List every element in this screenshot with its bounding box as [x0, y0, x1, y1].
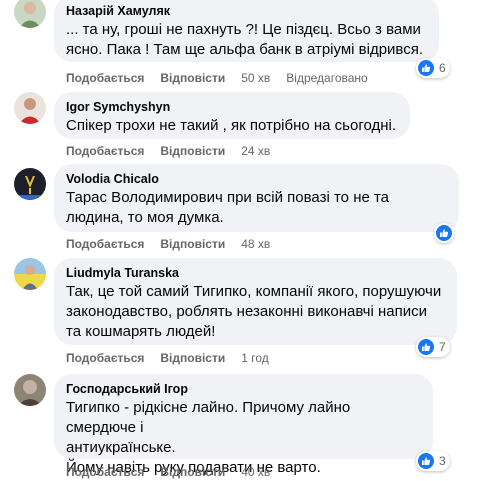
reaction-count: 6 [439, 61, 446, 75]
comment-author[interactable]: Назарій Хамуляк [66, 3, 427, 19]
reaction-count: 3 [439, 454, 446, 468]
reply-link[interactable]: Відповісти [160, 237, 225, 251]
comment-time[interactable]: 1 год [241, 351, 269, 365]
reply-link[interactable]: Відповісти [160, 144, 225, 158]
thumbs-up-icon [418, 60, 434, 76]
comment-bubble: Господарський Ігор Тигипко - рідкісне ла… [54, 374, 433, 476]
comment-actions: Подобається Відповісти 48 хв [66, 236, 270, 252]
avatar[interactable] [14, 374, 46, 406]
comment-time[interactable]: 48 хв [241, 237, 270, 251]
comment-bubble: Liudmyla Turanska Так, це той самий Тиги… [54, 258, 457, 345]
comment-text: ... та ну, гроші не пахнуть ?! Це піздєц… [66, 21, 424, 58]
comment-actions: Подобається Відповісти 50 хв Відредаговано [66, 70, 368, 86]
comment-time[interactable]: 40 хв [241, 465, 270, 479]
comment-author[interactable]: Господарський Ігор [66, 381, 421, 397]
thumbs-up-icon [436, 225, 452, 241]
reaction-count-badge[interactable] [434, 223, 454, 243]
comment-author[interactable]: Igor Symchyshyn [66, 99, 398, 115]
comment-actions: Подобається Відповісти 24 хв [66, 143, 270, 159]
thumbs-up-icon [418, 339, 434, 355]
comment-time[interactable]: 50 хв [241, 71, 270, 85]
reaction-count-badge[interactable]: 7 [416, 337, 450, 357]
like-link[interactable]: Подобається [66, 144, 144, 158]
reaction-count: 7 [439, 340, 446, 354]
comment-bubble: Volodia Chicalo Тарас Володимирович при … [54, 164, 459, 232]
like-link[interactable]: Подобається [66, 71, 144, 85]
comment-text: Так, це той самий Тигипко, компанії яког… [66, 283, 442, 340]
avatar[interactable] [14, 92, 46, 124]
reaction-count-badge[interactable]: 3 [416, 451, 450, 471]
like-link[interactable]: Подобається [66, 465, 144, 479]
reply-link[interactable]: Відповісти [160, 71, 225, 85]
comment-bubble: Igor Symchyshyn Спікер трохи не такий , … [54, 92, 410, 139]
comment-time[interactable]: 24 хв [241, 144, 270, 158]
comment-author[interactable]: Volodia Chicalo [66, 171, 447, 187]
reply-link[interactable]: Відповісти [160, 465, 225, 479]
comment-actions: Подобається Відповісти 40 хв [66, 464, 270, 480]
like-link[interactable]: Подобається [66, 237, 144, 251]
reply-link[interactable]: Відповісти [160, 351, 225, 365]
like-link[interactable]: Подобається [66, 351, 144, 365]
thumbs-up-icon [418, 453, 434, 469]
comment-actions: Подобається Відповісти 1 год [66, 350, 269, 366]
comment-author[interactable]: Liudmyla Turanska [66, 265, 445, 281]
avatar[interactable] [14, 0, 46, 28]
comment-text: Спікер трохи не такий , як потрібно на с… [66, 117, 397, 134]
avatar[interactable] [14, 258, 46, 290]
comment-bubble: Назарій Хамуляк ... та ну, гроші не пахн… [54, 0, 439, 62]
avatar[interactable] [14, 168, 46, 200]
edited-label[interactable]: Відредаговано [286, 71, 367, 85]
reaction-count-badge[interactable]: 6 [416, 58, 450, 78]
comment-text: Тарас Володимирович при всій повазі то н… [66, 189, 390, 226]
